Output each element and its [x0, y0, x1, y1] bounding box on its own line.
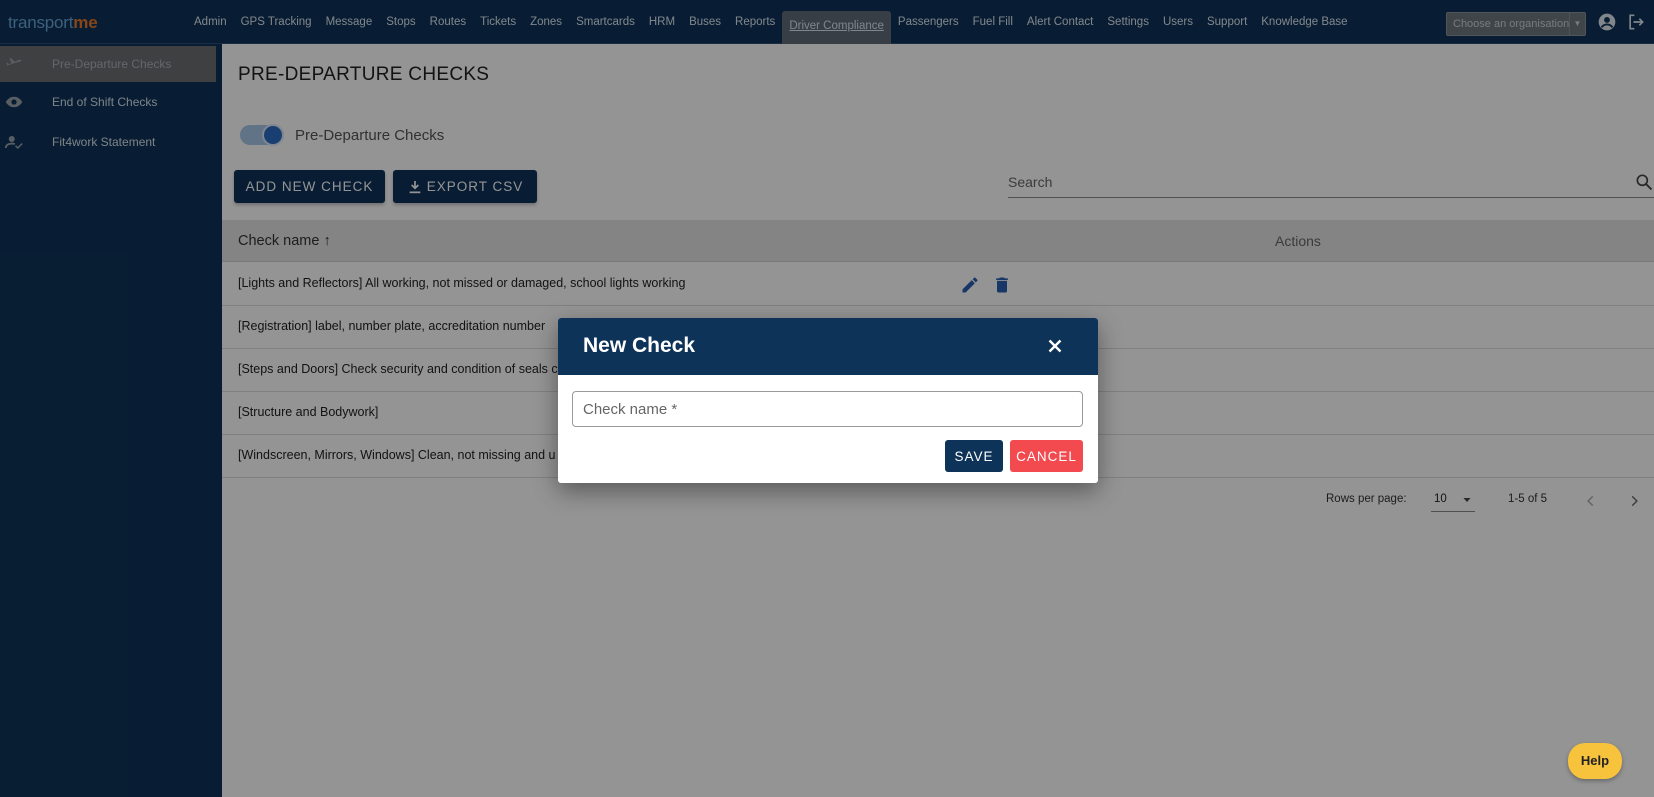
- help-button[interactable]: Help: [1568, 743, 1622, 779]
- dialog-title: New Check: [583, 334, 696, 357]
- cancel-label: CANCEL: [1016, 448, 1077, 464]
- check-name-input[interactable]: [572, 391, 1083, 427]
- save-label: SAVE: [954, 448, 994, 464]
- cancel-button[interactable]: CANCEL: [1010, 440, 1083, 472]
- dialog-header: New Check: [558, 318, 1098, 375]
- close-icon[interactable]: [1044, 335, 1066, 357]
- new-check-dialog: New Check SAVE CANCEL: [558, 318, 1098, 483]
- save-button[interactable]: SAVE: [945, 440, 1003, 472]
